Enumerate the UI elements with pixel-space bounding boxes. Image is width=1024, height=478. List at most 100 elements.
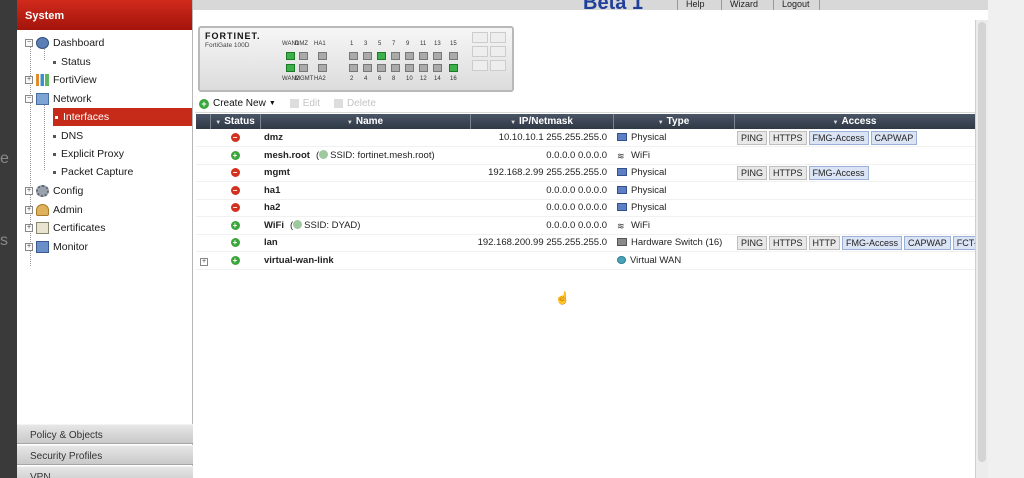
row-expander xyxy=(196,234,210,252)
sidebar-item-admin[interactable]: + Admin xyxy=(25,201,83,219)
vertical-scrollbar[interactable] xyxy=(975,20,988,478)
sidebar-item-dashboard[interactable]: − Dashboard xyxy=(25,34,104,52)
column-header-status[interactable]: ▼ Status xyxy=(210,114,261,129)
expand-icon[interactable]: + xyxy=(200,257,208,266)
port-9-icon[interactable] xyxy=(405,52,414,60)
table-row[interactable]: + mesh.root (SSID: fortinet.mesh.root) 0.0.… xyxy=(196,146,975,165)
access-cell xyxy=(734,216,975,235)
nav-policy-objects[interactable]: Policy & Objects xyxy=(17,424,193,444)
table-row[interactable]: − mgmt 192.168.2.99 255.255.255.0 Physical P… xyxy=(196,164,975,182)
port-label-top: 13 xyxy=(434,41,441,47)
ip-netmask-cell: 0.0.0.0 0.0.0.0 xyxy=(470,146,613,165)
port-14-icon[interactable] xyxy=(433,64,442,72)
nav-vpn[interactable]: VPN xyxy=(17,466,193,478)
table-row[interactable]: + + virtual-wan-link Virtual WAN xyxy=(196,251,975,270)
filter-icon[interactable]: ▼ xyxy=(658,120,664,126)
sidebar-item-status[interactable]: Status xyxy=(53,53,91,71)
table-row[interactable]: − ha1 0.0.0.0 0.0.0.0 Physical xyxy=(196,181,975,200)
expand-icon[interactable]: + xyxy=(25,206,33,214)
name-cell: mesh.root (SSID: fortinet.mesh.root) xyxy=(260,146,470,165)
sidebar-item-monitor[interactable]: + Monitor xyxy=(25,238,88,256)
port-wan2-icon[interactable] xyxy=(286,64,295,72)
sidebar-item-explicit-proxy[interactable]: Explicit Proxy xyxy=(53,145,124,163)
port-ha2-icon[interactable] xyxy=(318,64,327,72)
bullet-icon xyxy=(53,170,56,174)
row-expander[interactable]: + xyxy=(196,251,210,270)
edit-button[interactable]: Edit xyxy=(289,98,320,109)
bullet-icon xyxy=(53,134,56,138)
device-faceplate: FORTINET. FortiGate 100D WAN1 DMZ HA1 1 3 5 7 9… xyxy=(198,26,514,92)
ssid-label: (SSID: DYAD) xyxy=(289,219,361,231)
hardware-switch-icon xyxy=(617,238,627,247)
port-8-icon[interactable] xyxy=(391,64,400,72)
sidebar-item-config[interactable]: + Config xyxy=(25,182,83,200)
sidebar-item-fortiview[interactable]: + FortiView xyxy=(25,71,97,89)
sidebar-header-system[interactable]: System xyxy=(17,0,192,30)
port-dmz-icon[interactable] xyxy=(299,52,308,60)
port-wan1-icon[interactable] xyxy=(286,52,295,60)
filter-icon[interactable]: ▼ xyxy=(833,120,839,126)
collapse-icon[interactable]: − xyxy=(25,39,33,47)
help-link[interactable]: Help xyxy=(677,0,713,10)
wifi-icon: ≋ xyxy=(617,220,625,231)
port-1-icon[interactable] xyxy=(349,52,358,60)
table-row[interactable]: − dmz 10.10.10.1 255.255.255.0 Physical PING… xyxy=(196,129,975,147)
sidebar-item-packet-capture[interactable]: Packet Capture xyxy=(53,163,133,181)
port-mgmt-icon[interactable] xyxy=(299,64,308,72)
status-down-icon: − xyxy=(230,133,240,142)
port-12-icon[interactable] xyxy=(419,64,428,72)
port-6-icon[interactable] xyxy=(377,64,386,72)
sidebar-item-label: Dashboard xyxy=(53,37,105,49)
interface-name: WiFi xyxy=(264,219,284,231)
access-tag: PING xyxy=(737,235,768,250)
access-tag: FCT-Access xyxy=(952,235,975,250)
table-row[interactable]: − ha2 0.0.0.0 0.0.0.0 Physical xyxy=(196,199,975,217)
sidebar-item-network[interactable]: − Network xyxy=(25,90,92,108)
access-tag: FMG-Access xyxy=(842,235,903,250)
table-row[interactable]: + lan 192.168.200.99 255.255.255.0 Hardware… xyxy=(196,234,975,252)
wizard-link[interactable]: Wizard xyxy=(721,0,766,10)
table-row[interactable]: + WiFi (SSID: DYAD) 0.0.0.0 0.0.0.0 ≋ WiFi xyxy=(196,216,975,235)
sidebar-item-dns[interactable]: DNS xyxy=(53,127,83,145)
delete-button[interactable]: Delete xyxy=(333,98,376,109)
port-4-icon[interactable] xyxy=(363,64,372,72)
type-cell: ≋ WiFi xyxy=(613,216,734,235)
status-up-icon: + xyxy=(230,255,240,265)
type-cell: Hardware Switch (16) xyxy=(613,234,734,252)
scrollbar-thumb[interactable] xyxy=(978,22,986,462)
column-header-name[interactable]: ▼ Name xyxy=(260,114,471,129)
port-7-icon[interactable] xyxy=(391,52,400,60)
port-16-icon[interactable] xyxy=(449,64,458,72)
port-11-icon[interactable] xyxy=(419,52,428,60)
expand-icon[interactable]: + xyxy=(25,76,33,84)
filter-icon[interactable]: ▼ xyxy=(510,120,516,126)
port-15-icon[interactable] xyxy=(449,52,458,60)
create-new-button[interactable]: + Create New ▼ xyxy=(199,98,276,109)
expand-icon[interactable]: + xyxy=(25,243,33,251)
port-2-icon[interactable] xyxy=(349,64,358,72)
collapse-icon[interactable]: − xyxy=(25,95,33,103)
name-cell: ha2 xyxy=(260,199,470,217)
column-header-ip[interactable]: ▼ IP/Netmask xyxy=(470,114,614,129)
logout-link[interactable]: Logout xyxy=(773,0,818,10)
port-10-icon[interactable] xyxy=(405,64,414,72)
column-header-access[interactable]: ▼ Access xyxy=(734,114,976,129)
filter-icon[interactable]: ▼ xyxy=(347,120,353,126)
sidebar-item-certificates[interactable]: + Certificates xyxy=(25,219,106,237)
port-ha1-icon[interactable] xyxy=(318,52,327,60)
access-tag: HTTPS xyxy=(769,130,807,145)
ip-netmask-cell: 0.0.0.0 0.0.0.0 xyxy=(470,216,613,235)
expand-icon[interactable]: + xyxy=(25,187,33,195)
sidebar-item-interfaces[interactable]: Interfaces xyxy=(53,108,192,126)
sidebar: System − Dashboard Status + FortiView − … xyxy=(17,0,193,478)
filter-icon[interactable]: ▼ xyxy=(215,120,221,126)
nav-security-profiles[interactable]: Security Profiles xyxy=(17,445,193,465)
sidebar-item-label: DNS xyxy=(61,130,84,142)
column-header-type[interactable]: ▼ Type xyxy=(613,114,735,129)
row-expander xyxy=(196,146,210,165)
port-3-icon[interactable] xyxy=(363,52,372,60)
port-13-icon[interactable] xyxy=(433,52,442,60)
expand-icon[interactable]: + xyxy=(25,224,33,232)
port-5-icon[interactable] xyxy=(377,52,386,60)
expansion-slot xyxy=(472,60,488,71)
